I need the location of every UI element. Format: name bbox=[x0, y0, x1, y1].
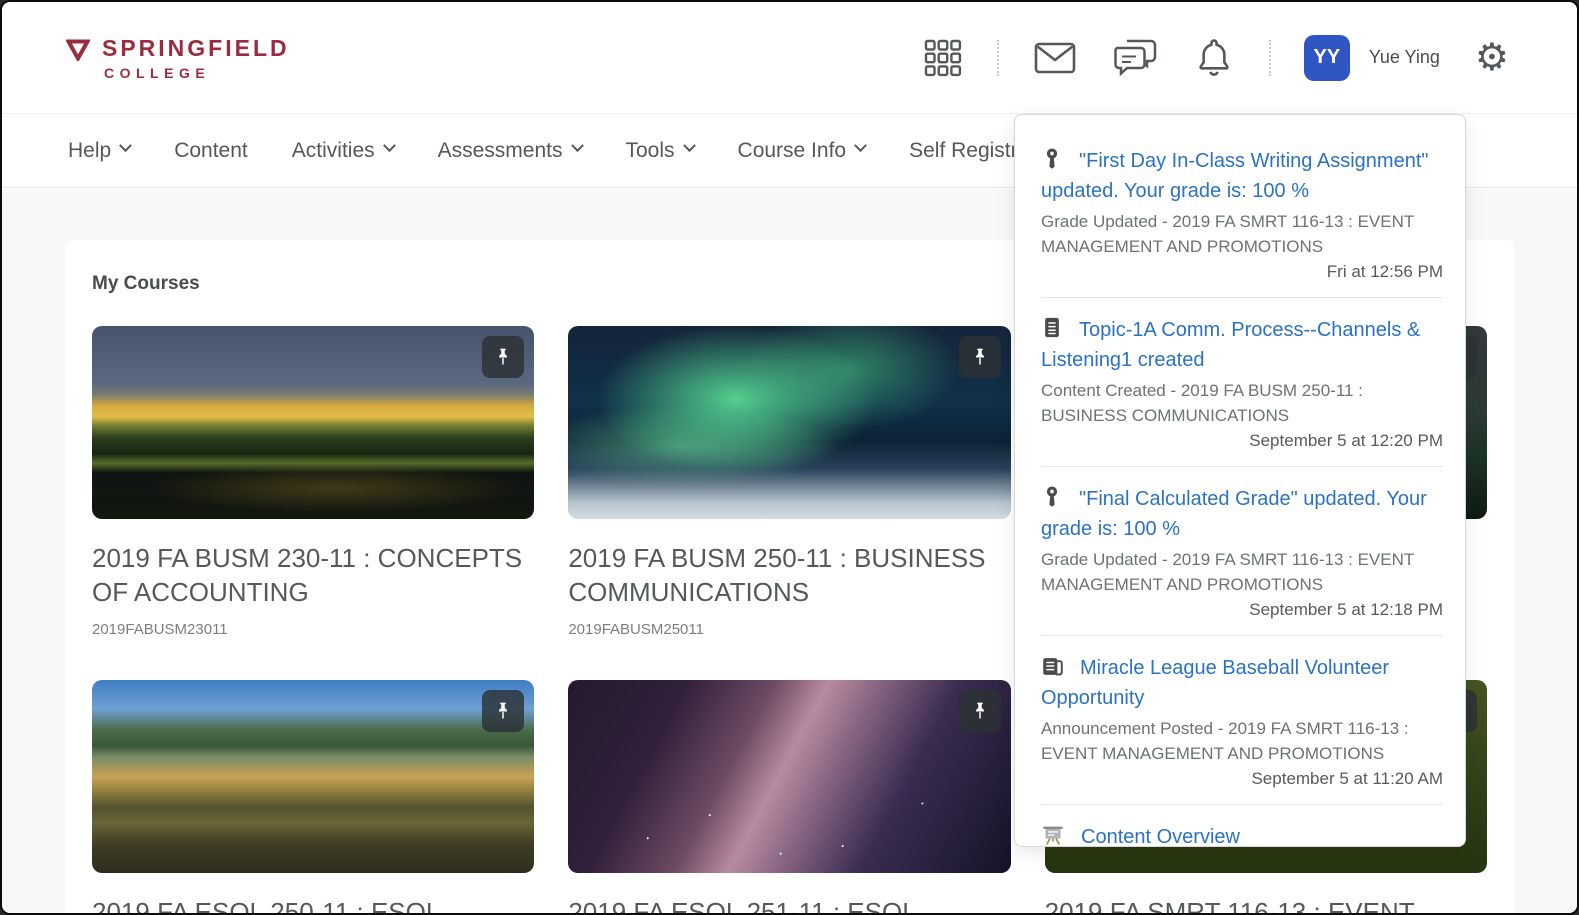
chat-bubbles-icon bbox=[1113, 38, 1157, 78]
browser-window: SPRINGFIELD COLLEGE bbox=[0, 0, 1579, 915]
logo-triangle-icon bbox=[66, 39, 90, 61]
course-title: 2019 FA ESOL 250-11 : ESOL READING bbox=[92, 895, 534, 915]
course-card[interactable]: 2019 FA ESOL 251-11 : ESOL SPEAKING bbox=[568, 680, 1010, 915]
nav-label: Activities bbox=[292, 139, 375, 163]
springfield-college-logo[interactable]: SPRINGFIELD COLLEGE bbox=[66, 35, 290, 81]
nav-item-assessments[interactable]: Assessments bbox=[438, 139, 582, 163]
notification-item: Topic-1A Comm. Process--Channels & Liste… bbox=[1041, 298, 1443, 467]
course-image bbox=[92, 680, 534, 873]
chevron-down-icon bbox=[854, 139, 867, 152]
nav-label: Course Info bbox=[738, 139, 847, 163]
header-icon-cluster: YY Yue Ying ⚙ bbox=[922, 35, 1511, 81]
pushpin-icon bbox=[492, 700, 514, 722]
chevron-down-icon bbox=[571, 139, 584, 152]
grades-icon bbox=[1041, 147, 1063, 171]
user-avatar[interactable]: YY bbox=[1304, 35, 1350, 81]
pin-button[interactable] bbox=[482, 336, 524, 378]
pin-button[interactable] bbox=[482, 690, 524, 732]
notification-subtitle: Grade Updated - 2019 FA SMRT 116-13 : EV… bbox=[1041, 547, 1443, 597]
notification-subtitle: Content Created - 2019 FA BUSM 250-11 : … bbox=[1041, 378, 1443, 428]
course-image bbox=[92, 326, 534, 519]
course-code: 2019FABUSM23011 bbox=[92, 621, 534, 638]
nav-label: Content bbox=[174, 139, 248, 163]
nav-item-tools[interactable]: Tools bbox=[626, 139, 694, 163]
notifications-dropdown: "First Day In-Class Writing Assignment" … bbox=[1014, 114, 1466, 847]
nav-label: Assessments bbox=[438, 139, 563, 163]
mail-icon bbox=[1034, 42, 1076, 74]
course-card[interactable]: 2019 FA ESOL 250-11 : ESOL READING bbox=[92, 680, 534, 915]
notification-item: "Final Calculated Grade" updated. Your g… bbox=[1041, 467, 1443, 636]
notification-item: "First Day In-Class Writing Assignment" … bbox=[1041, 129, 1443, 298]
notification-link[interactable]: Content Overview bbox=[1081, 826, 1240, 847]
chevron-down-icon bbox=[683, 139, 696, 152]
nav-item-content[interactable]: Content bbox=[174, 139, 248, 163]
chevron-down-icon bbox=[119, 139, 132, 152]
presentation-screen-icon bbox=[1041, 824, 1065, 847]
notification-time: Fri at 12:56 PM bbox=[1041, 262, 1443, 282]
notification-link[interactable]: "First Day In-Class Writing Assignment" … bbox=[1041, 150, 1428, 202]
pushpin-icon bbox=[969, 346, 991, 368]
dotted-divider bbox=[997, 40, 999, 76]
settings-button[interactable]: ⚙ bbox=[1473, 37, 1511, 79]
pin-button[interactable] bbox=[959, 690, 1001, 732]
notification-time: September 5 at 12:20 PM bbox=[1041, 431, 1443, 451]
course-code: 2019FABUSM25011 bbox=[568, 621, 1010, 638]
notification-subtitle: Grade Updated - 2019 FA SMRT 116-13 : EV… bbox=[1041, 209, 1443, 259]
notification-link[interactable]: Topic-1A Comm. Process--Channels & Liste… bbox=[1041, 319, 1420, 371]
course-title: 2019 FA SMRT 116-13 : EVENT bbox=[1045, 895, 1487, 915]
course-title: 2019 FA BUSM 230-11 : CONCEPTS OF ACCOUN… bbox=[92, 541, 534, 609]
apps-grid-icon bbox=[924, 39, 962, 77]
email-button[interactable] bbox=[1032, 40, 1078, 76]
gear-icon: ⚙ bbox=[1475, 39, 1509, 77]
notification-link[interactable]: "Final Calculated Grade" updated. Your g… bbox=[1041, 488, 1427, 540]
notification-item: Content Overview Content Overview Update… bbox=[1041, 805, 1443, 847]
pin-button[interactable] bbox=[959, 336, 1001, 378]
announcement-icon bbox=[1041, 655, 1064, 678]
top-header: SPRINGFIELD COLLEGE bbox=[2, 2, 1577, 114]
course-title: 2019 FA BUSM 250-11 : BUSINESS COMMUNICA… bbox=[568, 541, 1010, 609]
nav-item-course-info[interactable]: Course Info bbox=[738, 139, 866, 163]
dotted-divider bbox=[1269, 40, 1271, 76]
notification-time: September 5 at 12:18 PM bbox=[1041, 600, 1443, 620]
nav-label: Tools bbox=[626, 139, 675, 163]
notification-link[interactable]: Miracle League Baseball Volunteer Opport… bbox=[1041, 657, 1389, 709]
logo-text: SPRINGFIELD COLLEGE bbox=[102, 35, 290, 81]
avatar-initials: YY bbox=[1314, 46, 1341, 69]
course-title: 2019 FA ESOL 251-11 : ESOL SPEAKING bbox=[568, 895, 1010, 915]
document-icon bbox=[1041, 316, 1063, 340]
nav-label: Help bbox=[68, 139, 111, 163]
course-card[interactable]: 2019 FA BUSM 250-11 : BUSINESS COMMUNICA… bbox=[568, 326, 1010, 638]
user-name: Yue Ying bbox=[1369, 47, 1440, 68]
apps-grid-button[interactable] bbox=[922, 37, 964, 79]
nav-item-help[interactable]: Help bbox=[68, 139, 130, 163]
dropdown-caret bbox=[1228, 114, 1251, 125]
notification-time: September 5 at 11:20 AM bbox=[1041, 769, 1443, 789]
pushpin-icon bbox=[492, 346, 514, 368]
nav-item-activities[interactable]: Activities bbox=[292, 139, 394, 163]
course-card[interactable]: 2019 FA BUSM 230-11 : CONCEPTS OF ACCOUN… bbox=[92, 326, 534, 638]
notification-item: Miracle League Baseball Volunteer Opport… bbox=[1041, 636, 1443, 805]
chevron-down-icon bbox=[383, 139, 396, 152]
course-image bbox=[568, 680, 1010, 873]
course-image bbox=[568, 326, 1010, 519]
chat-button[interactable] bbox=[1111, 36, 1159, 80]
notifications-bell-button[interactable] bbox=[1192, 35, 1236, 81]
notification-subtitle: Announcement Posted - 2019 FA SMRT 116-1… bbox=[1041, 716, 1443, 766]
pushpin-icon bbox=[969, 700, 991, 722]
bell-icon bbox=[1194, 37, 1234, 79]
grades-icon bbox=[1041, 485, 1063, 509]
logo-line1: SPRINGFIELD bbox=[102, 35, 290, 62]
logo-line2: COLLEGE bbox=[102, 65, 290, 81]
